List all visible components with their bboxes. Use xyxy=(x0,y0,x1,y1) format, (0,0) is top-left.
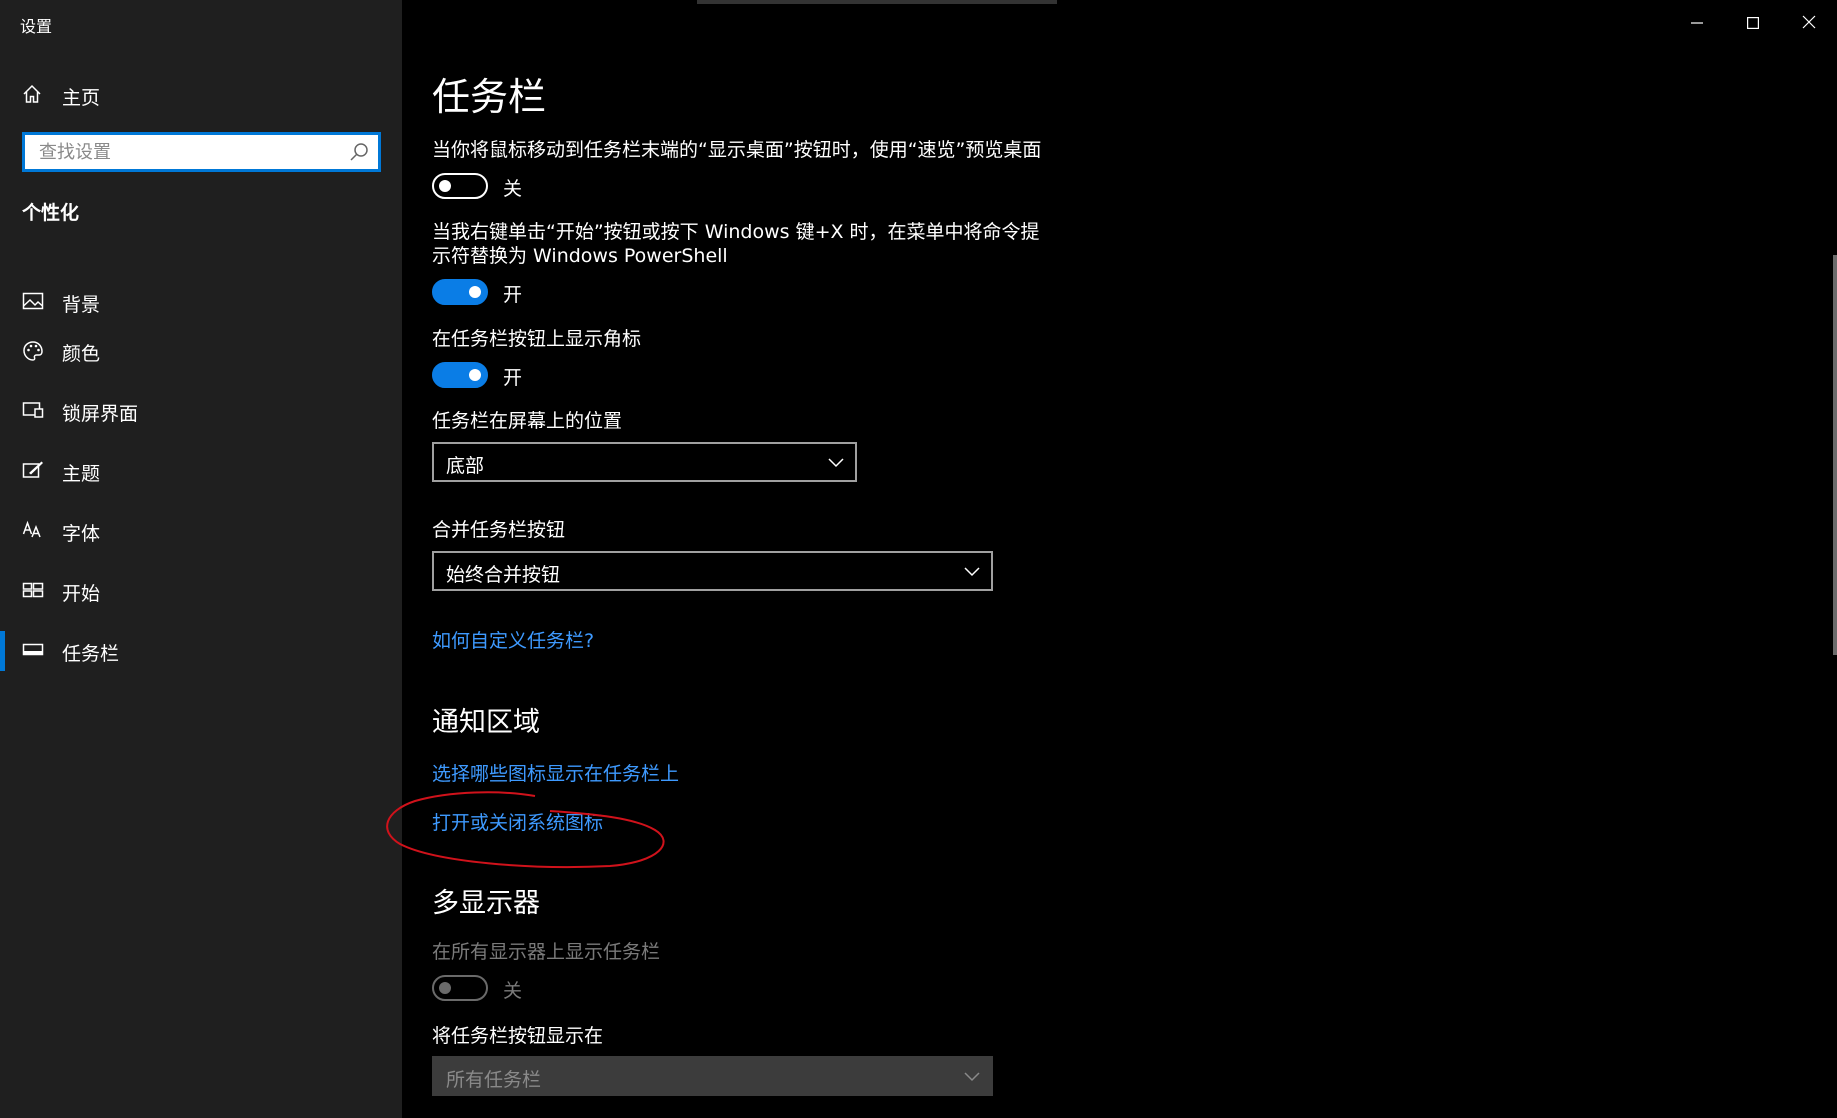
show-all-displays-toggle[interactable] xyxy=(432,975,488,1001)
sidebar-item-lock-screen[interactable]: 锁屏界面 xyxy=(0,387,402,435)
powershell-state: 开 xyxy=(503,284,523,306)
sidebar-item-label: 颜色 xyxy=(62,343,101,365)
powershell-label-line2: 示符替换为 Windows PowerShell xyxy=(432,245,728,267)
toggle-knob xyxy=(469,369,481,381)
notification-heading: 通知区域 xyxy=(432,707,540,738)
sidebar-item-fonts[interactable]: 字体 xyxy=(0,507,402,555)
home-label: 主页 xyxy=(62,87,101,109)
peek-state: 关 xyxy=(503,178,523,200)
sidebar-item-label: 背景 xyxy=(62,294,101,316)
search-icon[interactable] xyxy=(348,141,370,167)
sidebar-item-themes[interactable]: 主题 xyxy=(0,447,402,495)
sidebar-item-label: 锁屏界面 xyxy=(62,403,139,425)
powershell-label-line1: 当我右键单击“开始”按钮或按下 Windows 键+X 时，在菜单中将命令提 xyxy=(432,221,1040,243)
combine-value: 始终合并按钮 xyxy=(446,564,561,586)
chevron-down-icon xyxy=(963,1067,981,1089)
minimize-button[interactable] xyxy=(1669,0,1725,46)
sidebar-item-background[interactable]: 背景 xyxy=(0,278,402,326)
sidebar-item-label: 任务栏 xyxy=(62,643,120,665)
sidebar-item-label: 开始 xyxy=(62,583,101,605)
settings-window: 设置 主页 个性化 背景 颜色 xyxy=(0,0,1837,1118)
combine-dropdown[interactable]: 始终合并按钮 xyxy=(432,551,993,591)
show-all-displays-label: 在所有显示器上显示任务栏 xyxy=(432,941,661,963)
search-box[interactable] xyxy=(22,132,381,172)
maximize-icon xyxy=(1747,14,1760,33)
select-taskbar-icons-link[interactable]: 选择哪些图标显示在任务栏上 xyxy=(432,759,679,786)
system-icons-link[interactable]: 打开或关闭系统图标 xyxy=(432,808,603,835)
help-link[interactable]: 如何自定义任务栏? xyxy=(432,626,594,653)
palette-icon xyxy=(22,340,44,366)
background-window-edge xyxy=(697,0,1057,4)
location-label: 任务栏在屏幕上的位置 xyxy=(432,410,623,432)
show-buttons-on-label: 将任务栏按钮显示在 xyxy=(432,1025,604,1047)
font-icon xyxy=(22,520,44,544)
sidebar: 设置 主页 个性化 背景 颜色 xyxy=(0,0,402,1118)
section-title: 个性化 xyxy=(22,202,80,224)
sidebar-item-start[interactable]: 开始 xyxy=(0,567,402,615)
show-buttons-on-value: 所有任务栏 xyxy=(446,1069,542,1091)
close-button[interactable] xyxy=(1781,0,1837,46)
sidebar-item-home[interactable]: 主页 xyxy=(0,76,402,112)
multi-display-heading: 多显示器 xyxy=(432,888,540,919)
chevron-down-icon xyxy=(963,562,981,584)
scrollbar[interactable] xyxy=(1833,255,1837,655)
show-buttons-on-dropdown[interactable]: 所有任务栏 xyxy=(432,1056,993,1096)
location-dropdown[interactable]: 底部 xyxy=(432,442,857,482)
minimize-icon xyxy=(1691,14,1703,33)
badges-state: 开 xyxy=(503,367,523,389)
sidebar-item-label: 字体 xyxy=(62,523,101,545)
page-title: 任务栏 xyxy=(432,75,547,119)
toggle-knob xyxy=(439,180,451,192)
taskbar-icon xyxy=(22,640,44,664)
sidebar-item-label: 主题 xyxy=(62,463,101,485)
location-value: 底部 xyxy=(446,455,485,477)
close-icon xyxy=(1802,14,1816,33)
show-all-displays-state: 关 xyxy=(503,980,523,1002)
selection-indicator xyxy=(0,631,5,671)
lock-screen-icon xyxy=(22,400,44,424)
peek-toggle[interactable] xyxy=(432,173,488,199)
sidebar-item-colors[interactable]: 颜色 xyxy=(0,327,402,375)
main-content: 任务栏 当你将鼠标移动到任务栏末端的“显示桌面”按钮时，使用“速览”预览桌面 关… xyxy=(402,0,1837,1118)
toggle-knob xyxy=(439,982,451,994)
picture-icon xyxy=(22,291,44,315)
maximize-button[interactable] xyxy=(1725,0,1781,46)
search-input[interactable] xyxy=(25,135,378,169)
chevron-down-icon xyxy=(827,453,845,475)
peek-label: 当你将鼠标移动到任务栏末端的“显示桌面”按钮时，使用“速览”预览桌面 xyxy=(432,139,1042,161)
app-title: 设置 xyxy=(20,17,53,36)
badges-label: 在任务栏按钮上显示角标 xyxy=(432,328,642,350)
toggle-knob xyxy=(469,286,481,298)
theme-icon xyxy=(22,460,44,484)
start-icon xyxy=(22,580,44,604)
home-icon xyxy=(22,84,42,108)
combine-label: 合并任务栏按钮 xyxy=(432,519,566,541)
badges-toggle[interactable] xyxy=(432,362,488,388)
powershell-toggle[interactable] xyxy=(432,279,488,305)
sidebar-item-taskbar[interactable]: 任务栏 xyxy=(0,627,402,675)
